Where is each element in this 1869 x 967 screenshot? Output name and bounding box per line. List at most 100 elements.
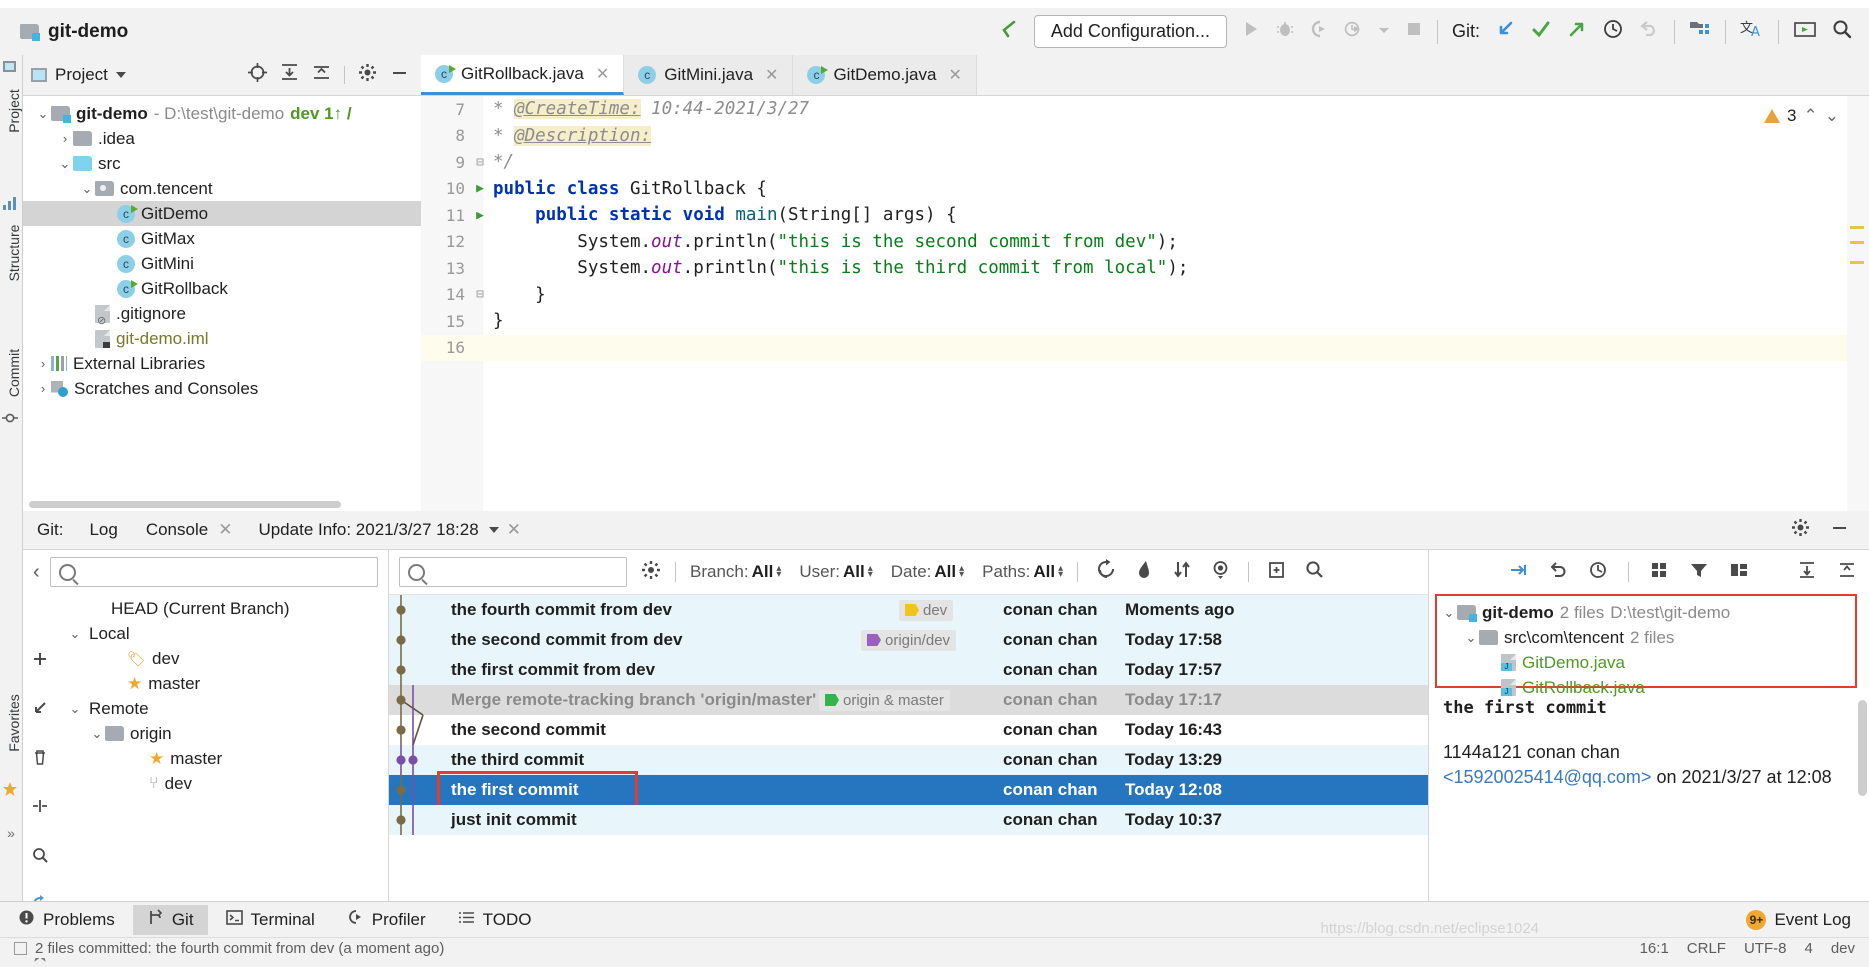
push-icon[interactable]: [1566, 18, 1588, 45]
collapse-all-icon[interactable]: [312, 63, 331, 87]
tab-update-info[interactable]: Update Info: 2021/3/27 18:28: [256, 512, 480, 548]
project-structure-icon[interactable]: [1689, 19, 1711, 44]
spinner-icon[interactable]: ▴ ▾: [959, 564, 964, 580]
editor-tab[interactable]: c GitRollback.java ✕: [421, 55, 625, 95]
bottom-tab-terminal[interactable]: Terminal: [212, 905, 329, 935]
rail-label-structure[interactable]: Structure: [6, 213, 22, 293]
code-line[interactable]: 11 ▶ public static void main(String[] arg…: [421, 202, 1869, 229]
expand-icon[interactable]: [1797, 560, 1817, 585]
tab-console[interactable]: Console: [144, 512, 210, 548]
commit-row[interactable]: the first commit conan chan Today 12:08: [389, 771, 1428, 813]
log-filter-date[interactable]: Date: All ▴ ▾: [891, 562, 964, 582]
update-project-icon[interactable]: [1494, 18, 1516, 45]
chevron-down-icon[interactable]: [115, 72, 126, 78]
history-icon[interactable]: [1602, 18, 1624, 45]
spinner-icon[interactable]: ▴ ▾: [776, 564, 781, 580]
commit-row[interactable]: the second commit from dev origin/dev cona…: [389, 625, 1428, 655]
locate-icon[interactable]: [248, 63, 267, 87]
changed-file-row[interactable]: GitDemo.java: [1441, 650, 1730, 675]
rail-label-commit[interactable]: Commit: [6, 333, 22, 413]
chevron-down-icon[interactable]: [488, 527, 499, 533]
run-gutter-icon[interactable]: ▶: [473, 208, 487, 223]
revert-icon[interactable]: [1548, 560, 1568, 585]
details-scrollbar[interactable]: [1858, 700, 1867, 796]
close-icon[interactable]: ✕: [765, 65, 778, 85]
commit-row[interactable]: Merge remote-tracking branch 'origin/mas…: [389, 685, 1428, 715]
project-tree-item[interactable]: › .idea: [23, 126, 421, 151]
tree-toggle-icon[interactable]: ›: [35, 356, 51, 371]
project-tree-item[interactable]: › Scratches and Consoles: [23, 376, 421, 401]
add-column-icon[interactable]: [1266, 559, 1287, 585]
hide-icon[interactable]: [1830, 518, 1849, 542]
add-configuration-button[interactable]: Add Configuration...: [1033, 15, 1227, 48]
editor-tab[interactable]: c GitDemo.java ✕: [793, 55, 977, 95]
search-icon[interactable]: [1304, 559, 1325, 585]
branch-indicator[interactable]: dev: [1831, 940, 1855, 957]
project-hscrollbar[interactable]: [23, 498, 421, 511]
project-tree-item[interactable]: c GitMini: [23, 251, 421, 276]
chevron-up-icon[interactable]: ⌃: [1804, 106, 1818, 126]
sort-icon[interactable]: [1172, 559, 1193, 585]
columns-icon[interactable]: [1729, 560, 1749, 585]
code-line[interactable]: 9 ⊟ */: [421, 149, 1869, 176]
code-line[interactable]: 10 ▶ public class GitRollback {: [421, 176, 1869, 203]
branch-tree-item[interactable]: ⌄ Remote: [23, 696, 388, 721]
changed-file-row[interactable]: ⌄ src\com\tencent 2 files: [1441, 625, 1730, 650]
checkbox-icon[interactable]: [14, 941, 27, 955]
tree-toggle-icon[interactable]: ⌄: [67, 626, 83, 642]
project-panel-title[interactable]: Project: [31, 65, 126, 85]
branch-chip[interactable]: origin & master: [819, 689, 950, 711]
rollback-icon[interactable]: [1638, 18, 1660, 45]
commit-row[interactable]: the fourth commit from dev dev conan chan M…: [389, 595, 1428, 625]
close-icon[interactable]: ✕: [596, 64, 609, 84]
search-icon[interactable]: [31, 846, 49, 869]
collapse-icon[interactable]: [1837, 560, 1857, 585]
project-tree-item[interactable]: ⌄ src: [23, 151, 421, 176]
rail-icon-commit[interactable]: [2, 410, 20, 431]
tree-toggle-icon[interactable]: ⌄: [1463, 630, 1479, 646]
bottom-tab-git[interactable]: Git: [132, 905, 208, 935]
code-editor[interactable]: 7 * @CreateTime: 10:44-2021/3/27 8 * @Descr…: [421, 96, 1869, 512]
event-log-button[interactable]: 9+ Event Log: [1746, 910, 1869, 930]
rail-icon-favorites[interactable]: [2, 781, 20, 802]
tree-toggle-icon[interactable]: ›: [35, 381, 51, 396]
bottom-tab-todo[interactable]: TODO: [444, 905, 546, 935]
settings-icon[interactable]: [1791, 518, 1810, 542]
bottom-tab-profiler[interactable]: Profiler: [333, 905, 440, 935]
run-coverage-icon[interactable]: [1309, 19, 1329, 44]
changed-file-row[interactable]: ⌄ git-demo 2 files D:\test\git-demo: [1441, 600, 1730, 625]
branch-tree-item[interactable]: HEAD (Current Branch): [23, 596, 388, 621]
filter-settings-icon[interactable]: [641, 560, 661, 585]
editor-tab[interactable]: c GitMini.java ✕: [624, 55, 794, 95]
branch-tree-item[interactable]: ★ master: [23, 671, 388, 696]
encoding[interactable]: UTF-8: [1744, 940, 1787, 957]
project-tree-item[interactable]: ⌄ git-demo - D:\test\git-demo dev 1↑ /: [23, 101, 421, 126]
filter-icon[interactable]: [1689, 560, 1709, 585]
indent-size[interactable]: 4: [1804, 940, 1812, 957]
changed-file-row[interactable]: GitRollback.java: [1441, 675, 1730, 700]
spinner-icon[interactable]: ▴ ▾: [1058, 564, 1063, 580]
code-line[interactable]: 14 ⊟ }: [421, 282, 1869, 309]
run-gutter-icon[interactable]: ▶: [473, 181, 487, 196]
code-line[interactable]: 13 System.out.println("this is the third…: [421, 255, 1869, 282]
close-icon[interactable]: ✕: [507, 520, 521, 540]
rail-more-icon[interactable]: »: [2, 825, 20, 841]
tree-toggle-icon[interactable]: ⌄: [1441, 605, 1457, 621]
spinner-icon[interactable]: ▴ ▾: [868, 564, 873, 580]
cherry-pick-icon[interactable]: [1508, 560, 1528, 585]
commit-row[interactable]: the second commit conan chan Today 16:43: [389, 715, 1428, 745]
branch-tree-item[interactable]: 🏷 dev: [23, 646, 388, 671]
inspection-summary[interactable]: 3 ⌃ ⌄: [1764, 106, 1839, 126]
collapse-left-icon[interactable]: ‹: [33, 561, 40, 584]
code-line[interactable]: 15}: [421, 308, 1869, 335]
log-filter-user[interactable]: User: All ▴ ▾: [799, 562, 872, 582]
stop-icon[interactable]: [1405, 20, 1423, 43]
branch-tree-item[interactable]: ⌄ Local: [23, 621, 388, 646]
project-tree-item[interactable]: c GitDemo: [23, 201, 421, 226]
log-filter-paths[interactable]: Paths: All ▴ ▾: [982, 562, 1063, 582]
dropdown-icon[interactable]: [1377, 22, 1391, 42]
rail-label-favorites[interactable]: Favorites: [6, 683, 22, 763]
tree-toggle-icon[interactable]: ⌄: [79, 181, 95, 197]
branch-search-input[interactable]: [49, 557, 378, 587]
code-line[interactable]: 12 System.out.println("this is the secon…: [421, 229, 1869, 256]
